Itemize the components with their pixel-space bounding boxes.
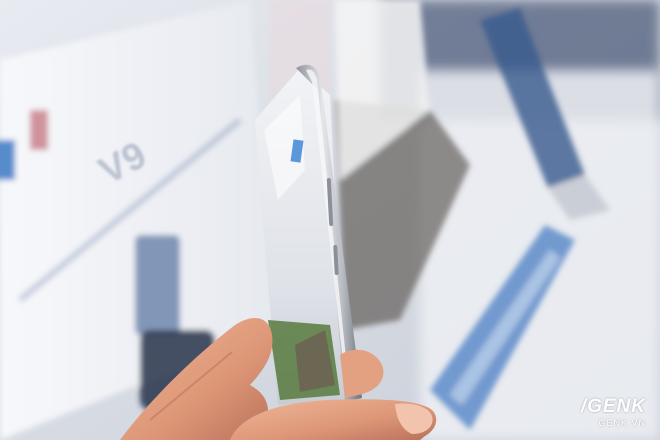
genk-logo: /GENK — [580, 396, 646, 417]
photo-illustration: V9 — [0, 0, 660, 440]
genk-domain: GENK.VN — [598, 418, 646, 428]
genk-watermark: /GENK GENK.VN — [528, 396, 646, 429]
photo-scene: V9 /GENK GENK.VN — [0, 0, 660, 440]
